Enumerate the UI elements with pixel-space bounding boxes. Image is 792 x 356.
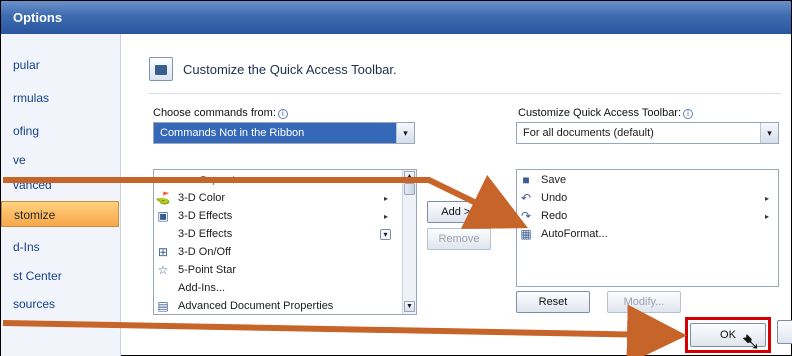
3d-effects-icon: ▣ <box>157 209 169 223</box>
add-button[interactable]: Add >> <box>427 201 491 223</box>
sidebar-item-customize[interactable]: stomize <box>1 201 119 227</box>
list-item[interactable]: Add-Ins... <box>154 279 404 297</box>
sidebar-item-popular[interactable]: pular <box>1 52 119 78</box>
choose-commands-dropdown[interactable]: Commands Not in the Ribbon ▾ <box>153 122 415 144</box>
scroll-up-icon[interactable]: ▲ <box>404 171 415 182</box>
list-item[interactable]: ▤ Advanced Document Properties <box>154 297 404 314</box>
sidebar-item-save[interactable]: ve <box>1 147 119 173</box>
list-item[interactable]: ☆ 5-Point Star <box>154 261 404 279</box>
customize-qat-dropdown[interactable]: For all documents (default) ▾ <box>516 122 779 144</box>
info-icon: i <box>277 109 288 119</box>
3d-onoff-icon: ⊞ <box>157 245 169 259</box>
save-icon: ■ <box>522 173 530 187</box>
list-item-label: 3-D On/Off <box>178 246 231 258</box>
list-item-label: Redo <box>541 210 568 222</box>
commands-scrollbar[interactable]: ▲ ▼ <box>402 170 416 314</box>
quick-access-toolbar-icon <box>149 57 173 81</box>
list-item[interactable]: ⊞ 3-D On/Off <box>154 243 404 261</box>
list-item-label: Advanced Document Properties <box>178 300 334 312</box>
list-item[interactable]: ↶ Undo ▸ <box>517 189 777 207</box>
list-item-label: 5-Point Star <box>178 264 237 276</box>
customize-qat-label-text: Customize Quick Access Toolbar: <box>518 107 682 119</box>
list-item-label: Save <box>541 174 567 186</box>
list-item-label: Undo <box>541 192 568 204</box>
chevron-down-icon[interactable]: ▾ <box>760 123 778 143</box>
undo-icon: ↶ <box>520 191 532 205</box>
section-header: Customize the Quick Access Toolbar. <box>149 57 397 81</box>
star-icon: ☆ <box>157 263 169 277</box>
commands-list[interactable]: <Separator> ⛳ 3-D Color ▸ ▣ 3-D Effects … <box>153 169 417 315</box>
list-item[interactable]: ▣ 3-D Effects ▸ <box>154 207 404 225</box>
section-title: Customize the Quick Access Toolbar. <box>183 61 397 77</box>
submenu-arrow-icon: ▸ <box>384 211 389 221</box>
scroll-down-icon[interactable]: ▼ <box>404 301 415 312</box>
customize-qat-label: Customize Quick Access Toolbar: i <box>518 107 694 119</box>
list-item[interactable]: ▦ AutoFormat... <box>517 225 777 243</box>
sidebar: pular rmulas ofing ve vanced stomize d-I… <box>1 34 121 356</box>
list-item-label: AutoFormat... <box>541 228 608 240</box>
3d-color-icon: ⛳ <box>155 191 171 205</box>
scroll-thumb[interactable] <box>404 183 415 195</box>
sidebar-item-resources[interactable]: sources <box>1 291 119 317</box>
autoformat-icon: ▦ <box>520 227 532 241</box>
list-item-label: 3-D Effects <box>178 210 233 222</box>
chevron-down-icon[interactable]: ▾ <box>396 123 414 143</box>
sidebar-item-trust-center[interactable]: st Center <box>1 263 119 289</box>
remove-button[interactable]: Remove <box>427 228 491 250</box>
sidebar-item-proofing[interactable]: ofing <box>1 118 119 144</box>
window-title: Options <box>1 1 791 34</box>
list-item-label: 3-D Color <box>178 192 226 204</box>
list-item[interactable]: 3-D Effects ▾ <box>154 225 404 243</box>
info-icon: i <box>683 109 694 119</box>
list-item[interactable]: ⛳ 3-D Color ▸ <box>154 189 404 207</box>
header-divider <box>149 93 781 94</box>
list-item-label: Add-Ins... <box>178 282 226 294</box>
list-item[interactable]: <Separator> <box>184 171 384 189</box>
chevron-down-icon[interactable]: ▾ <box>380 228 391 240</box>
redo-icon: ↷ <box>520 209 532 223</box>
reset-button[interactable]: Reset <box>516 291 590 313</box>
customize-qat-value: For all documents (default) <box>523 127 654 139</box>
options-window: Options pular rmulas ofing ve vanced sto… <box>0 0 792 356</box>
document-properties-icon: ▤ <box>157 299 169 313</box>
submenu-arrow-icon: ▸ <box>384 193 389 203</box>
separator-label: <Separator> <box>194 174 250 186</box>
list-item[interactable]: ↷ Redo ▸ <box>517 207 777 225</box>
list-item[interactable]: ■ Save <box>517 171 777 189</box>
cancel-button-partial[interactable] <box>777 320 792 344</box>
submenu-arrow-icon: ▸ <box>765 193 770 203</box>
sidebar-item-formulas[interactable]: rmulas <box>1 85 119 111</box>
sidebar-item-add-ins[interactable]: d-Ins <box>1 234 119 260</box>
choose-commands-value: Commands Not in the Ribbon <box>160 127 305 139</box>
sidebar-item-advanced[interactable]: vanced <box>1 172 119 198</box>
submenu-arrow-icon: ▸ <box>765 211 770 221</box>
mouse-cursor-icon: ➷ <box>741 329 762 356</box>
choose-commands-label-text: Choose commands from: <box>153 107 276 119</box>
choose-commands-label: Choose commands from: i <box>153 107 288 119</box>
list-item-label: 3-D Effects <box>178 228 233 240</box>
modify-button[interactable]: Modify... <box>607 291 681 313</box>
qat-commands-list[interactable]: ■ Save ↶ Undo ▸ ↷ Redo ▸ ▦ AutoFormat... <box>516 169 779 287</box>
